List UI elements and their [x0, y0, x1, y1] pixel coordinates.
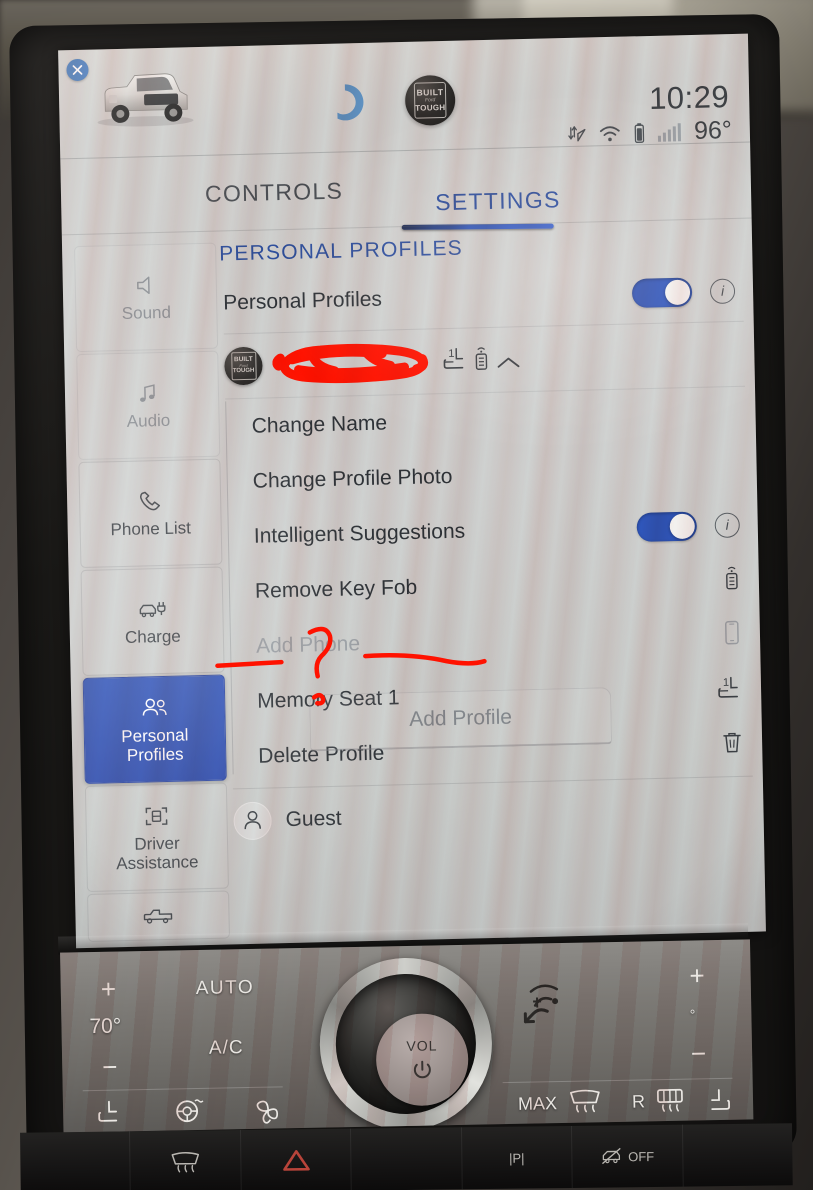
- passenger-heated-seat-icon[interactable]: [703, 1088, 733, 1115]
- pickup-truck-image: [97, 73, 194, 127]
- wifi-icon: [600, 125, 620, 141]
- row-label: Add Phone: [255, 631, 361, 658]
- page-title: PERSONAL PROFILES: [218, 236, 464, 266]
- phone-device-icon: [722, 618, 743, 651]
- max-defrost-icon: [171, 1151, 200, 1173]
- driver-assist-icon: [143, 802, 170, 829]
- personal-profiles-toggle[interactable]: [631, 277, 693, 308]
- intelligent-suggestions-toggle[interactable]: [636, 510, 698, 542]
- heated-steering-wheel-icon[interactable]: [173, 1098, 206, 1127]
- auto-button[interactable]: AUTO: [196, 977, 255, 1000]
- power-icon[interactable]: [410, 1057, 434, 1081]
- row-label: Intelligent Suggestions: [253, 519, 466, 548]
- close-button[interactable]: [66, 58, 89, 82]
- sidebar-item-driver-assistance[interactable]: Driver Assistance: [84, 782, 229, 892]
- speaker-icon: [134, 272, 159, 299]
- sidebar-item-charge[interactable]: Charge: [80, 566, 225, 677]
- driver-temp-down-button[interactable]: −: [102, 1052, 118, 1083]
- airflow-icon[interactable]: [511, 972, 592, 1044]
- sidebar-item-phone-list[interactable]: Phone List: [78, 458, 223, 569]
- hard-button-blank-1[interactable]: [20, 1131, 132, 1190]
- close-icon: [72, 65, 83, 75]
- svg-text:1: 1: [448, 347, 454, 359]
- badge-line-3: TOUGH: [415, 102, 446, 113]
- passenger-temp-up-button[interactable]: +: [689, 960, 705, 991]
- ac-button[interactable]: A/C: [209, 1037, 244, 1060]
- pickup-truck-icon: [142, 903, 175, 930]
- info-icon[interactable]: i: [714, 511, 741, 538]
- info-icon[interactable]: i: [709, 277, 736, 304]
- volume-knob[interactable]: VOL: [318, 956, 494, 1132]
- heated-seat-icon[interactable]: [95, 1099, 125, 1126]
- rear-defrost-label[interactable]: R: [632, 1091, 645, 1112]
- sidebar-item-label: Charge: [124, 626, 181, 647]
- svg-text:1: 1: [723, 676, 729, 688]
- hard-button-parking-brake[interactable]: |P|: [461, 1125, 573, 1190]
- traction-control-off-icon: [601, 1147, 621, 1165]
- hazard-triangle-icon: [282, 1150, 310, 1171]
- front-defrost-icon[interactable]: [567, 1088, 604, 1117]
- phone-handset-icon: [137, 488, 164, 515]
- avatar[interactable]: BUILT Ford TOUGH: [224, 346, 263, 386]
- sidebar-item-personal-profiles[interactable]: Personal Profiles: [82, 674, 227, 784]
- hard-button-traction-off[interactable]: OFF: [572, 1124, 684, 1188]
- hard-button-max-defrost[interactable]: [130, 1130, 242, 1190]
- sidebar-item-label: Phone List: [110, 518, 192, 540]
- sidebar-item-label: Audio: [126, 410, 171, 431]
- sidebar: Sound Audio Phone List Charge Personal P…: [74, 242, 230, 944]
- row-guest-profile[interactable]: Guest: [232, 775, 755, 854]
- fan-icon[interactable]: [253, 1096, 284, 1125]
- chevron-up-icon[interactable]: [495, 357, 521, 375]
- key-fob-icon[interactable]: [723, 564, 742, 595]
- add-profile-button[interactable]: Add Profile: [309, 687, 613, 752]
- volume-label: VOL: [406, 1037, 438, 1054]
- sidebar-item-label: Sound: [121, 302, 172, 323]
- max-defrost-label[interactable]: MAX: [518, 1093, 557, 1115]
- sidebar-item-audio[interactable]: Audio: [76, 350, 221, 461]
- trash-icon[interactable]: [720, 729, 745, 761]
- driver-temp-value: 70°: [89, 1014, 122, 1039]
- badge-line-1: BUILT: [416, 87, 444, 98]
- infotainment-screen: BUILT Ford TOUGH 10:29 96° CONTROLS SETT…: [58, 33, 766, 949]
- row-label: Personal Profiles: [222, 287, 383, 314]
- status-bar: BUILT Ford TOUGH 10:29 96°: [58, 34, 750, 159]
- avatar-badge-line-3: TOUGH: [232, 368, 255, 375]
- music-note-icon: [137, 380, 160, 407]
- hard-button-blank-2[interactable]: [351, 1127, 463, 1190]
- passenger-temp-value: °: [689, 1006, 696, 1023]
- car-charge-plug-icon: [137, 596, 168, 623]
- hard-button-hazard[interactable]: [240, 1128, 353, 1190]
- hard-button-blank-3[interactable]: [683, 1123, 793, 1186]
- rear-defrost-icon[interactable]: [653, 1087, 688, 1116]
- person-icon: [233, 801, 272, 841]
- built-ford-tough-badge[interactable]: BUILT Ford TOUGH: [404, 74, 456, 126]
- traction-off-label: OFF: [628, 1148, 655, 1164]
- row-label: Change Name: [251, 411, 388, 438]
- signal-bars-icon: [658, 122, 682, 142]
- outside-temperature: 96°: [693, 115, 733, 145]
- physical-button-row: |P| OFF: [20, 1123, 793, 1190]
- row-label: Remove Key Fob: [254, 575, 418, 603]
- memory-seat-1-icon[interactable]: 1: [440, 347, 473, 376]
- driver-temp-up-button[interactable]: +: [100, 974, 116, 1005]
- key-fob-icon[interactable]: [473, 346, 496, 375]
- two-people-icon: [139, 694, 170, 721]
- tab-settings[interactable]: SETTINGS: [435, 186, 561, 216]
- row-label: Change Profile Photo: [252, 464, 453, 493]
- clock: 10:29: [648, 79, 730, 116]
- settings-panel: Personal Profiles i BUILT Ford TOUGH 1 C…: [222, 259, 755, 854]
- guest-label: Guest: [285, 806, 342, 832]
- memory-seat-1-icon[interactable]: 1: [715, 674, 744, 706]
- passenger-temp-down-button[interactable]: −: [691, 1038, 707, 1069]
- climate-control-bar: + 70° − AUTO A/C VOL + ° − MAX R: [60, 939, 754, 1133]
- screenshot-root: BUILT Ford TOUGH 10:29 96° CONTROLS SETT…: [0, 0, 813, 1190]
- sidebar-item-sound[interactable]: Sound: [74, 242, 219, 353]
- sidebar-item-label: Driver Assistance: [116, 833, 199, 873]
- battery-icon: [634, 122, 645, 143]
- data-transfer-icon: [568, 125, 586, 141]
- tab-controls[interactable]: CONTROLS: [205, 178, 344, 208]
- alexa-ring-icon[interactable]: [323, 80, 368, 125]
- sidebar-item-label: Personal Profiles: [121, 724, 189, 765]
- profile-name-redacted: [272, 343, 429, 384]
